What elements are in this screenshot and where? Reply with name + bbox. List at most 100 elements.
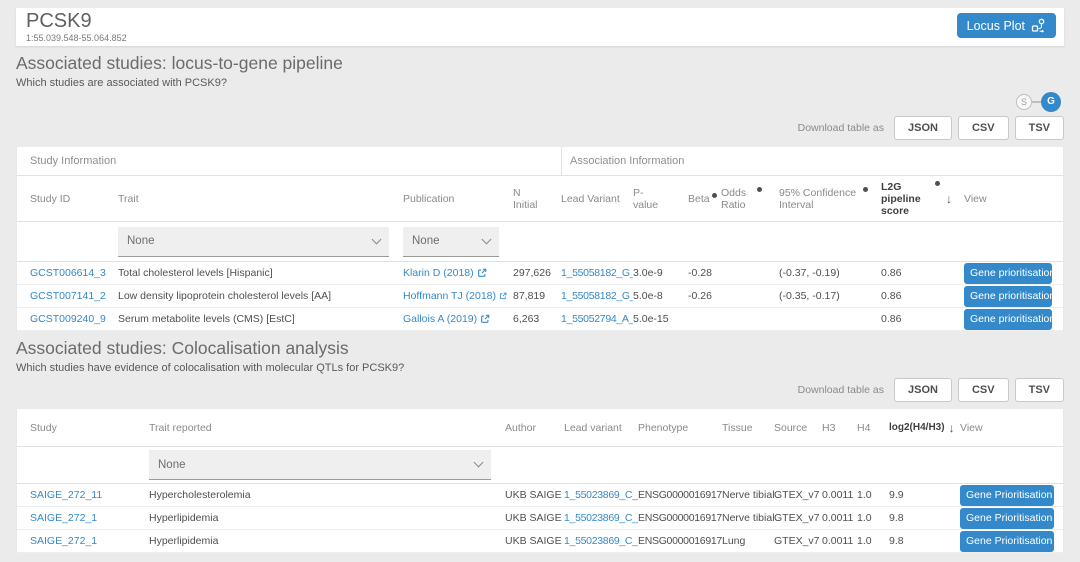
trait-reported-cell: Hyperlipidemia — [149, 535, 505, 547]
col-h4: H4 — [857, 422, 889, 434]
l2g-filter-row: None None — [17, 222, 1063, 262]
publication-link[interactable]: Klarin D (2018) — [403, 267, 513, 279]
phenotype-cell: ENSG00000169174 — [638, 535, 722, 547]
l2g-column-header-row: Study ID Trait Publication N Initial Lea… — [17, 176, 1063, 222]
download-csv-button[interactable]: CSV — [958, 116, 1009, 140]
publication-filter-value: None — [412, 235, 440, 247]
l2g-download-row: Download table as JSON CSV TSV — [16, 116, 1064, 140]
n-initial-cell: 87,819 — [513, 290, 561, 302]
col-beta-label: Beta — [688, 193, 710, 205]
info-icon[interactable] — [935, 181, 940, 186]
download-json-button[interactable]: JSON — [894, 378, 952, 402]
info-icon[interactable] — [757, 187, 762, 192]
col-source: Source — [774, 422, 822, 434]
author-cell: UKB SAIGE — [505, 535, 564, 547]
lead-variant-link[interactable]: 1_55052794_A_G — [561, 313, 633, 325]
trait-reported-filter-select[interactable]: None — [149, 450, 491, 480]
trait-cell: Low density lipoprotein cholesterol leve… — [118, 290, 403, 302]
study-link[interactable]: SAIGE_272_1 — [17, 512, 149, 524]
table-row: GCST006614_3 Total cholesterol levels [H… — [17, 262, 1063, 285]
gene-prioritisation-button[interactable]: Gene Prioritisation — [960, 485, 1054, 506]
trait-filter-select[interactable]: None — [118, 227, 389, 257]
locus-plot-label: Locus Plot — [967, 19, 1025, 33]
table-row: SAIGE_272_1 Hyperlipidemia UKB SAIGE 1_5… — [17, 507, 1063, 530]
beta-cell: -0.28 — [688, 267, 721, 279]
coloc-filter-row: None — [17, 447, 1063, 484]
l2g-score-cell: 0.86 — [881, 267, 946, 279]
col-beta: Beta — [688, 193, 721, 205]
col-log2-label: log2(H4/H3) — [889, 422, 945, 434]
study-link[interactable]: SAIGE_272_1 — [17, 535, 149, 547]
sort-desc-icon[interactable]: ↓ — [946, 193, 964, 205]
download-json-button[interactable]: JSON — [894, 116, 952, 140]
trait-cell: Total cholesterol levels [Hispanic] — [118, 267, 403, 279]
coloc-section-subtitle: Which studies have evidence of colocalis… — [16, 362, 1064, 374]
col-lead-variant: Lead variant — [564, 422, 638, 434]
download-tsv-button[interactable]: TSV — [1015, 378, 1064, 402]
col-trait: Trait — [118, 193, 403, 205]
info-icon[interactable] — [712, 193, 717, 198]
download-tsv-button[interactable]: TSV — [1015, 116, 1064, 140]
chevron-down-icon — [482, 234, 492, 244]
publication-text: Hoffmann TJ (2018) — [403, 290, 496, 302]
toggle-study-button[interactable]: S — [1016, 94, 1032, 110]
study-gene-toggle: S G — [16, 91, 1064, 112]
external-link-icon — [499, 291, 507, 301]
page: PCSK9 1:55.039.548-55.064.852 Locus Plot… — [0, 0, 1080, 553]
lead-variant-link[interactable]: 1_55023869_C_T — [564, 489, 638, 501]
log2-cell: 9.8 — [889, 535, 960, 547]
sort-desc-icon[interactable]: ↓ — [949, 422, 955, 434]
download-csv-button[interactable]: CSV — [958, 378, 1009, 402]
phenotype-cell: ENSG00000169174 — [638, 512, 722, 524]
author-cell: UKB SAIGE — [505, 489, 564, 501]
col-log2: log2(H4/H3) ↓ — [889, 422, 960, 434]
col-trait-reported: Trait reported — [149, 422, 505, 434]
p-value-cell: 3.0e-9 — [633, 267, 688, 279]
col-study: Study — [17, 422, 149, 434]
lead-variant-link[interactable]: 1_55023869_C_T — [564, 512, 638, 524]
tissue-cell: Lung — [722, 535, 774, 547]
gene-prioritisation-button[interactable]: Gene prioritisation — [964, 309, 1052, 330]
trait-filter-value: None — [127, 235, 155, 247]
col-phenotype: Phenotype — [638, 422, 722, 434]
external-link-icon — [477, 268, 487, 278]
col-study-id: Study ID — [17, 193, 118, 205]
trait-reported-filter-value: None — [158, 459, 186, 471]
h3-cell: 0.0011 — [822, 512, 857, 524]
group-header-association-information: Association Information — [561, 147, 1063, 175]
toggle-gene-button[interactable]: G — [1041, 92, 1061, 112]
log2-cell: 9.8 — [889, 512, 960, 524]
gene-prioritisation-button[interactable]: Gene Prioritisation — [960, 508, 1054, 529]
locus-plot-button[interactable]: Locus Plot — [957, 13, 1056, 38]
l2g-group-header-row: Study Information Association Informatio… — [17, 147, 1063, 176]
h4-cell: 1.0 — [857, 535, 889, 547]
study-id-link[interactable]: GCST009240_9 — [17, 313, 118, 325]
beta-cell: -0.26 — [688, 290, 721, 302]
external-link-icon — [480, 314, 490, 324]
publication-filter-select[interactable]: None — [403, 227, 499, 257]
gene-prioritisation-button[interactable]: Gene prioritisation — [964, 263, 1052, 284]
trait-reported-cell: Hypercholesterolemia — [149, 489, 505, 501]
gene-prioritisation-button[interactable]: Gene prioritisation — [964, 286, 1052, 307]
coloc-table: Study Trait reported Author Lead variant… — [16, 409, 1064, 553]
gene-prioritisation-button[interactable]: Gene Prioritisation — [960, 531, 1054, 552]
info-icon[interactable] — [863, 187, 868, 192]
table-row: SAIGE_272_1 Hyperlipidemia UKB SAIGE 1_5… — [17, 530, 1063, 553]
lead-variant-link[interactable]: 1_55058182_G_A — [561, 290, 633, 302]
publication-link[interactable]: Gallois A (2019) — [403, 313, 513, 325]
study-id-link[interactable]: GCST007141_2 — [17, 290, 118, 302]
publication-link[interactable]: Hoffmann TJ (2018) — [403, 290, 513, 302]
publication-text: Gallois A (2019) — [403, 313, 477, 325]
lead-variant-link[interactable]: 1_55058182_G_A — [561, 267, 633, 279]
study-link[interactable]: SAIGE_272_11 — [17, 489, 149, 501]
l2g-score-cell: 0.86 — [881, 313, 946, 325]
l2g-section-subtitle: Which studies are associated with PCSK9? — [16, 77, 1064, 89]
col-confidence-interval-label: 95% Confidence Interval — [779, 187, 861, 211]
source-cell: GTEX_v7 — [774, 512, 822, 524]
lead-variant-link[interactable]: 1_55023869_C_T — [564, 535, 638, 547]
trait-cell: Serum metabolite levels (CMS) [EstC] — [118, 313, 403, 325]
l2g-table: Study Information Association Informatio… — [16, 147, 1064, 331]
study-id-link[interactable]: GCST006614_3 — [17, 267, 118, 279]
n-initial-cell: 6,263 — [513, 313, 561, 325]
h3-cell: 0.0011 — [822, 489, 857, 501]
